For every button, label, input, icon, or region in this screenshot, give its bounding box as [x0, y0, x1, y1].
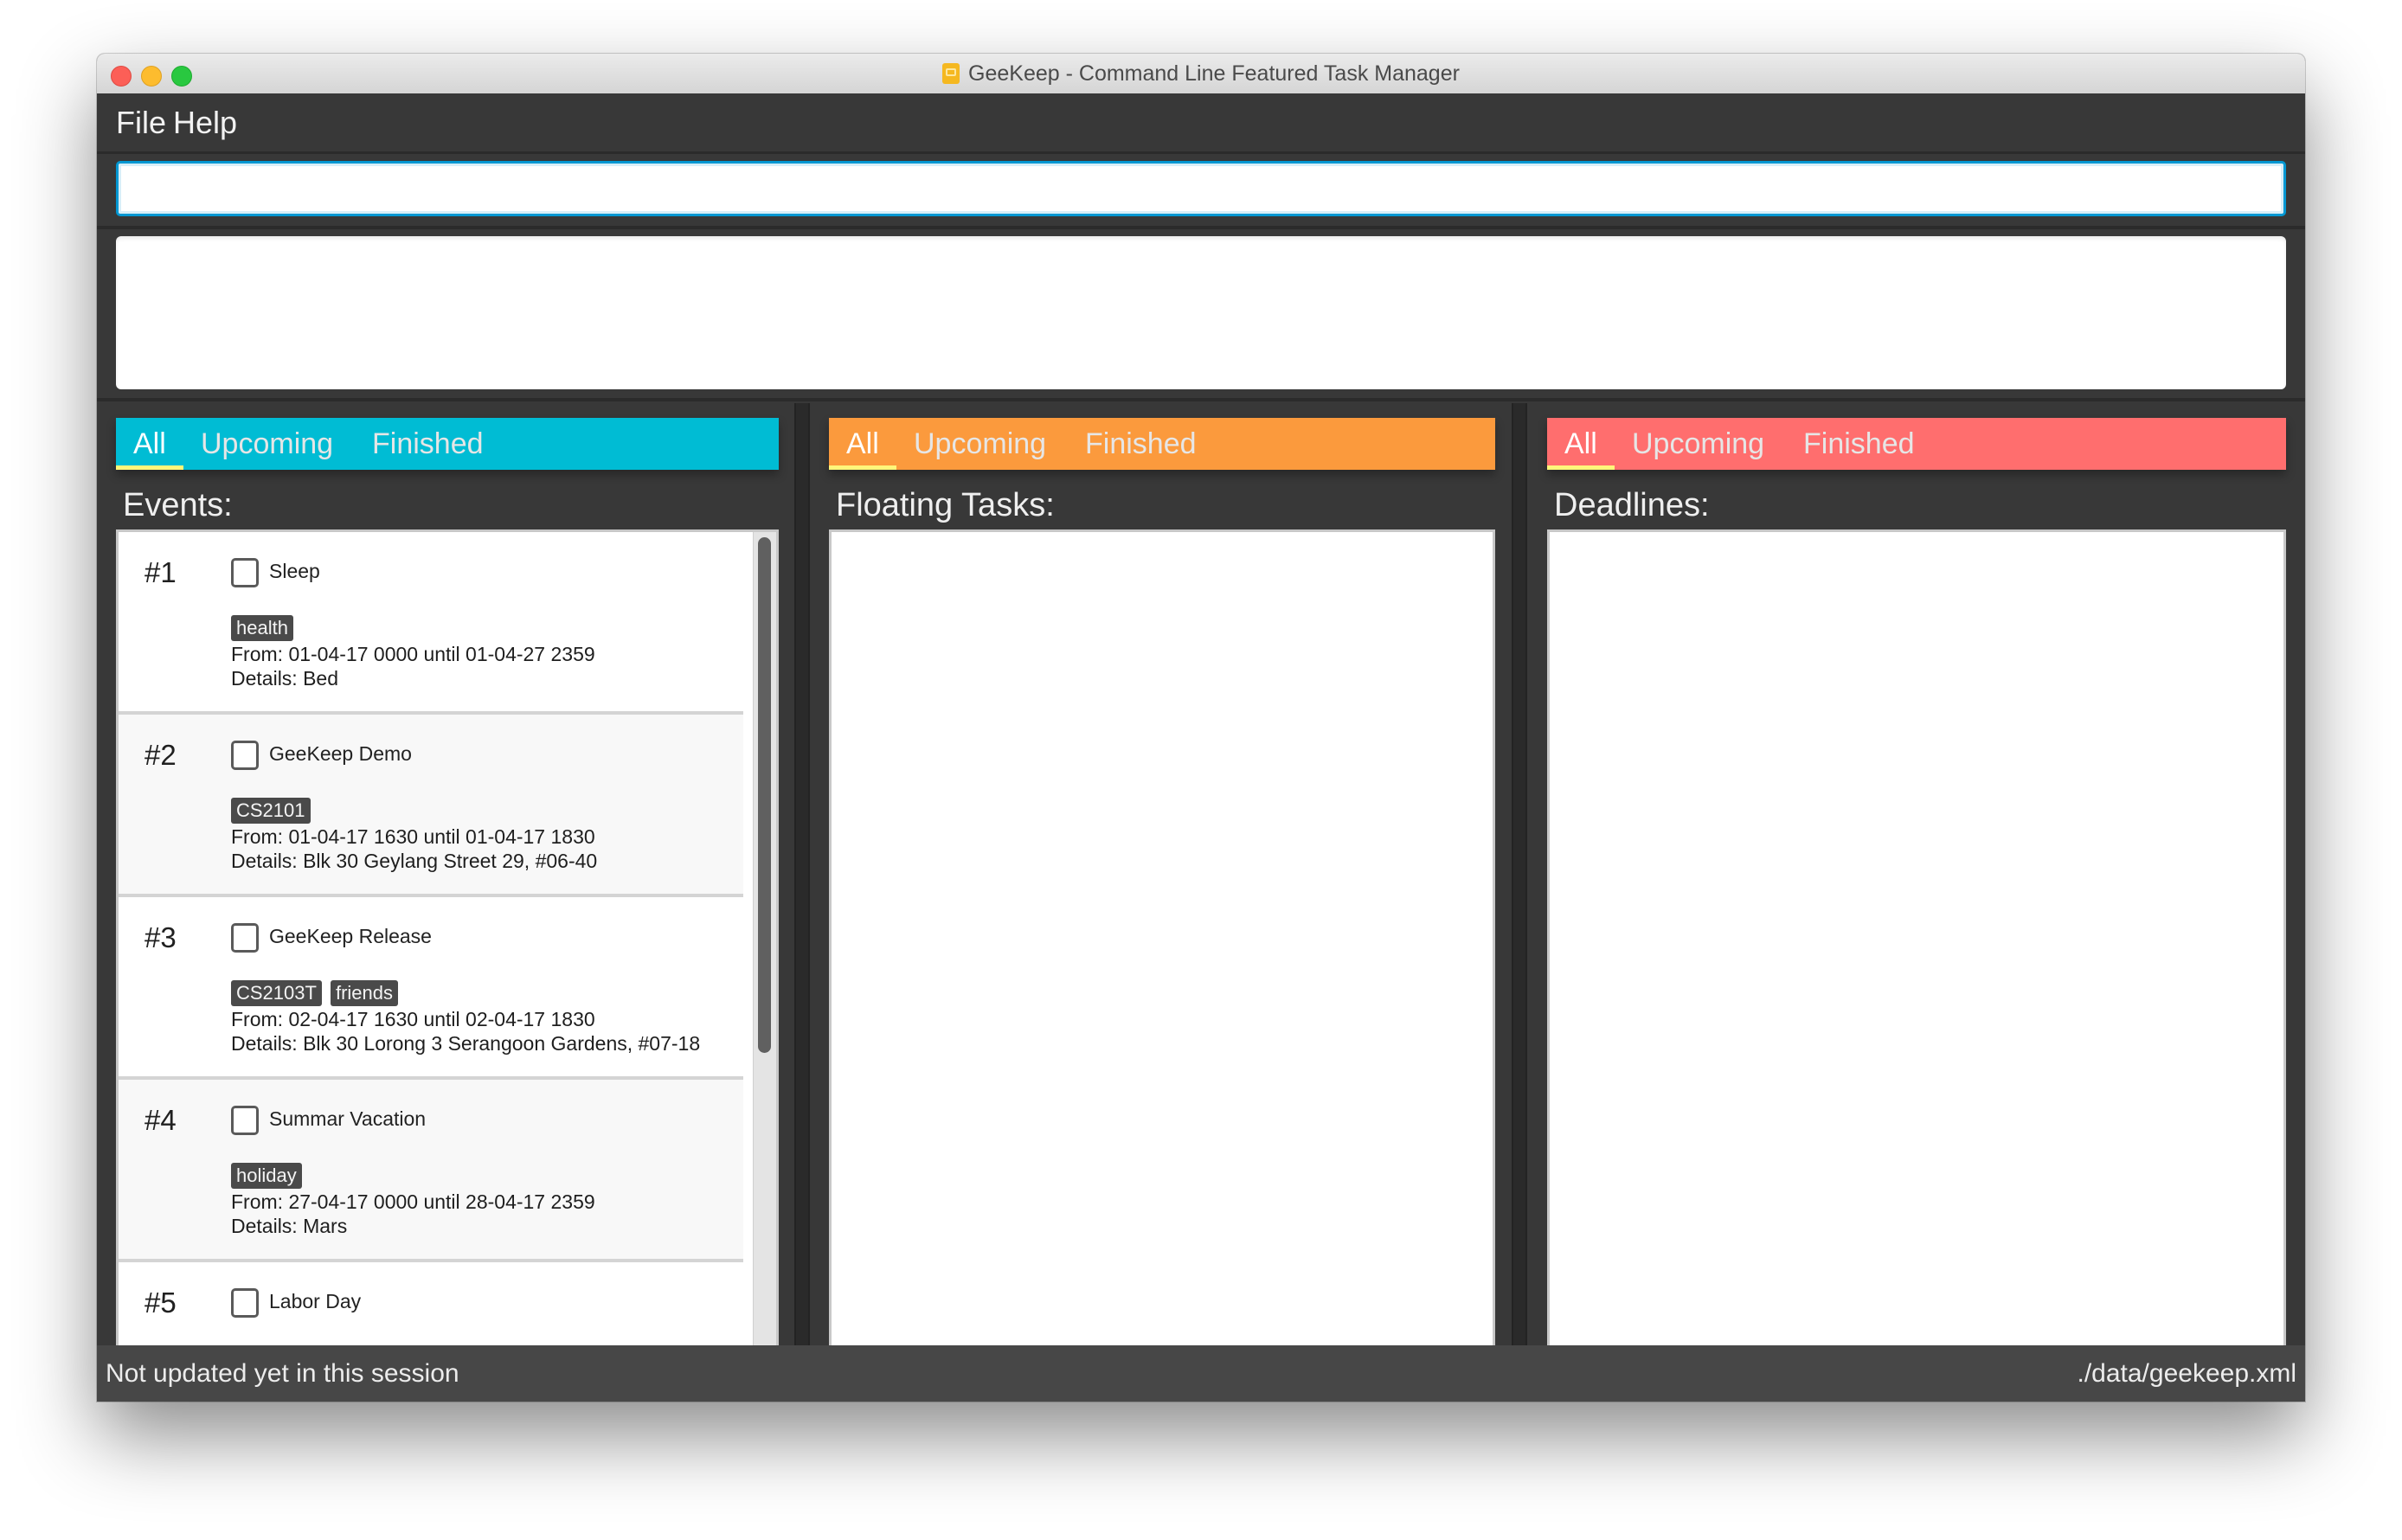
- command-input[interactable]: [116, 161, 2286, 216]
- tag-badge: CS2101: [231, 798, 311, 824]
- event-name: Sleep: [269, 560, 320, 582]
- tag-badge: CS2103T: [231, 980, 322, 1006]
- events-title: Events:: [123, 487, 233, 523]
- event-tags: holiday: [231, 1163, 311, 1190]
- event-name: GeeKeep Demo: [269, 742, 412, 765]
- event-details: Details: Blk 30 Geylang Street 29, #06-4…: [231, 850, 598, 872]
- event-time-range: From: 01-04-17 1630 until 01-04-17 1830: [231, 825, 595, 848]
- floating-tasks-pane: All Upcoming Finished Floating Tasks:: [829, 401, 1495, 1395]
- event-time-range: From: 27-04-17 0000 until 28-04-17 2359: [231, 1190, 595, 1213]
- event-tags: health: [231, 615, 302, 643]
- deadlines-tab-bar: All Upcoming Finished: [1547, 418, 2286, 470]
- app-window: GeeKeep - Command Line Featured Task Man…: [97, 54, 2305, 1402]
- event-index: #4: [145, 1104, 177, 1136]
- window-title: GeeKeep - Command Line Featured Task Man…: [968, 61, 1460, 86]
- event-tags: CS2101: [231, 798, 319, 825]
- event-tags: CS2103T friends: [231, 980, 407, 1008]
- floating-tab-finished[interactable]: Finished: [1068, 418, 1214, 470]
- pane-divider[interactable]: [1512, 403, 1527, 1395]
- events-scrollbar[interactable]: [753, 532, 776, 1378]
- deadlines-tab-finished[interactable]: Finished: [1786, 418, 1932, 470]
- window-title-container: GeeKeep - Command Line Featured Task Man…: [97, 54, 2305, 93]
- events-pane: All Upcoming Finished Events: #1 Sleep h…: [116, 401, 779, 1395]
- events-scrollbar-thumb[interactable]: [758, 537, 771, 1053]
- events-tab-bar: All Upcoming Finished: [116, 418, 779, 470]
- event-details: Details: Bed: [231, 667, 339, 690]
- floating-tab-upcoming[interactable]: Upcoming: [896, 418, 1063, 470]
- event-done-checkbox[interactable]: [231, 1106, 259, 1135]
- event-name: GeeKeep Release: [269, 925, 432, 947]
- tag-badge: health: [231, 615, 293, 641]
- event-index: #3: [145, 921, 177, 953]
- status-bar: Not updated yet in this session ./data/g…: [97, 1345, 2305, 1402]
- pane-divider[interactable]: [794, 403, 810, 1395]
- event-index: #1: [145, 556, 177, 588]
- separator: [97, 226, 2305, 229]
- result-display: [116, 236, 2286, 389]
- event-name: Labor Day: [269, 1290, 362, 1312]
- events-tab-finished[interactable]: Finished: [355, 418, 501, 470]
- geekeep-app-icon: [942, 63, 960, 84]
- event-card[interactable]: #3 GeeKeep Release CS2103T friends From: …: [119, 897, 743, 1080]
- event-done-checkbox[interactable]: [231, 558, 259, 587]
- menu-bar: File Help: [97, 93, 2305, 154]
- deadlines-title: Deadlines:: [1554, 487, 1710, 523]
- events-tab-all[interactable]: All: [116, 418, 183, 470]
- event-done-checkbox[interactable]: [231, 1288, 259, 1318]
- tag-badge: friends: [330, 980, 398, 1006]
- event-done-checkbox[interactable]: [231, 741, 259, 770]
- floating-tasks-title: Floating Tasks:: [836, 487, 1055, 523]
- event-index: #5: [145, 1287, 177, 1319]
- deadlines-pane: All Upcoming Finished Deadlines:: [1547, 401, 2286, 1395]
- event-done-checkbox[interactable]: [231, 923, 259, 953]
- event-time-range: From: 01-04-17 0000 until 01-04-27 2359: [231, 643, 595, 665]
- event-details: Details: Mars: [231, 1215, 348, 1237]
- save-location: ./data/geekeep.xml: [2077, 1359, 2297, 1388]
- menu-help[interactable]: Help: [173, 93, 237, 151]
- floating-tasks-list[interactable]: [829, 529, 1495, 1381]
- event-name: Summar Vacation: [269, 1107, 427, 1130]
- event-index: #2: [145, 739, 177, 771]
- deadlines-list[interactable]: [1547, 529, 2286, 1381]
- deadlines-tab-upcoming[interactable]: Upcoming: [1615, 418, 1782, 470]
- deadlines-tab-all[interactable]: All: [1547, 418, 1615, 470]
- event-card[interactable]: #1 Sleep health From: 01-04-17 0000 unti…: [119, 532, 743, 715]
- sync-status: Not updated yet in this session: [106, 1359, 459, 1388]
- event-time-range: From: 02-04-17 1630 until 02-04-17 1830: [231, 1008, 595, 1030]
- events-tab-upcoming[interactable]: Upcoming: [183, 418, 350, 470]
- tag-badge: holiday: [231, 1163, 302, 1189]
- event-details: Details: Blk 30 Lorong 3 Serangoon Garde…: [231, 1032, 701, 1055]
- event-card[interactable]: #2 GeeKeep Demo CS2101 From: 01-04-17 16…: [119, 715, 743, 897]
- menu-file[interactable]: File: [116, 93, 166, 151]
- floating-tab-bar: All Upcoming Finished: [829, 418, 1495, 470]
- events-list[interactable]: #1 Sleep health From: 01-04-17 0000 unti…: [116, 529, 779, 1381]
- floating-tab-all[interactable]: All: [829, 418, 896, 470]
- title-bar: GeeKeep - Command Line Featured Task Man…: [97, 54, 2305, 94]
- event-card[interactable]: #4 Summar Vacation holiday From: 27-04-1…: [119, 1080, 743, 1262]
